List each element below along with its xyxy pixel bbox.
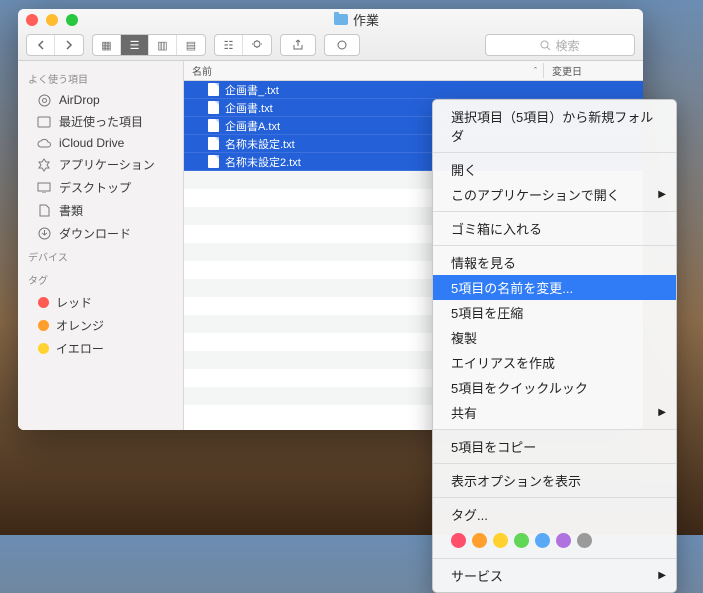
- sidebar-item-documents[interactable]: 書類: [18, 199, 183, 222]
- traffic-lights: [26, 14, 78, 26]
- sidebar-header-devices: デバイス: [18, 245, 183, 268]
- share-button[interactable]: [280, 34, 316, 56]
- desktop-icon: [36, 181, 52, 195]
- sidebar-header-tags: タグ: [18, 268, 183, 291]
- arrange-group: ☷: [214, 34, 272, 56]
- ctx-view-options[interactable]: 表示オプションを表示: [433, 468, 676, 493]
- tag-color-blue[interactable]: [535, 533, 550, 548]
- ctx-open[interactable]: 開く: [433, 157, 676, 182]
- icon-view-button[interactable]: ▦: [93, 35, 121, 55]
- cloud-icon: [36, 136, 52, 150]
- sidebar-item-downloads[interactable]: ダウンロード: [18, 222, 183, 245]
- file-icon: [208, 137, 219, 150]
- titlebar: 作業 ▦ ☰ ▥ ▤ ☷ 検索: [18, 9, 643, 61]
- nav-group: [26, 34, 84, 56]
- tag-color-purple[interactable]: [556, 533, 571, 548]
- column-name[interactable]: 名前ˆ: [184, 63, 543, 78]
- ctx-quicklook[interactable]: 5項目をクイックルック: [433, 375, 676, 400]
- ctx-copy[interactable]: 5項目をコピー: [433, 434, 676, 459]
- sidebar-item-desktop[interactable]: デスクトップ: [18, 176, 183, 199]
- sort-indicator: ˆ: [534, 66, 537, 76]
- recents-icon: [36, 115, 52, 129]
- tag-dot-yellow: [38, 343, 49, 354]
- sidebar-item-recents[interactable]: 最近使った項目: [18, 110, 183, 133]
- folder-icon: [334, 14, 348, 25]
- sidebar-item-airdrop[interactable]: AirDrop: [18, 90, 183, 110]
- documents-icon: [36, 204, 52, 218]
- search-placeholder: 検索: [555, 37, 579, 54]
- ctx-new-folder[interactable]: 選択項目（5項目）から新規フォルダ: [433, 104, 676, 148]
- downloads-icon: [36, 227, 52, 241]
- ctx-trash[interactable]: ゴミ箱に入れる: [433, 216, 676, 241]
- airdrop-icon: [36, 93, 52, 107]
- file-icon: [208, 155, 219, 168]
- view-group: ▦ ☰ ▥ ▤: [92, 34, 206, 56]
- tag-color-orange[interactable]: [472, 533, 487, 548]
- sidebar-tag-yellow[interactable]: イエロー: [18, 337, 183, 360]
- ctx-alias[interactable]: エイリアスを作成: [433, 350, 676, 375]
- sidebar-item-icloud[interactable]: iCloud Drive: [18, 133, 183, 153]
- ctx-rename[interactable]: 5項目の名前を変更...: [433, 275, 676, 300]
- chevron-right-icon: ▶: [658, 570, 666, 581]
- chevron-right-icon: ▶: [658, 407, 666, 418]
- close-button[interactable]: [26, 14, 38, 26]
- back-button[interactable]: [27, 35, 55, 55]
- action-button[interactable]: [243, 35, 271, 55]
- sidebar-item-applications[interactable]: アプリケーション: [18, 153, 183, 176]
- column-headers: 名前ˆ 変更日: [184, 61, 643, 81]
- toolbar: ▦ ☰ ▥ ▤ ☷ 検索: [18, 31, 643, 60]
- minimize-button[interactable]: [46, 14, 58, 26]
- ctx-services[interactable]: サービス▶: [433, 563, 676, 588]
- forward-button[interactable]: [55, 35, 83, 55]
- ctx-share[interactable]: 共有▶: [433, 400, 676, 425]
- search-field[interactable]: 検索: [485, 34, 635, 56]
- zoom-button[interactable]: [66, 14, 78, 26]
- file-icon: [208, 119, 219, 132]
- column-date[interactable]: 変更日: [543, 63, 643, 78]
- ctx-get-info[interactable]: 情報を見る: [433, 250, 676, 275]
- file-icon: [208, 83, 219, 96]
- file-icon: [208, 101, 219, 114]
- window-title: 作業: [353, 10, 379, 29]
- chevron-right-icon: ▶: [658, 189, 666, 200]
- ctx-tags[interactable]: タグ...: [433, 502, 676, 527]
- ctx-open-with[interactable]: このアプリケーションで開く▶: [433, 182, 676, 207]
- column-view-button[interactable]: ▥: [149, 35, 177, 55]
- tag-color-gray[interactable]: [577, 533, 592, 548]
- ctx-tag-row: [433, 527, 676, 554]
- sidebar: よく使う項目 AirDrop 最近使った項目 iCloud Drive アプリケ…: [18, 61, 184, 430]
- list-view-button[interactable]: ☰: [121, 35, 149, 55]
- file-row[interactable]: 企画書_.txt: [184, 81, 643, 99]
- sidebar-tag-orange[interactable]: オレンジ: [18, 314, 183, 337]
- sidebar-tag-red[interactable]: レッド: [18, 291, 183, 314]
- tag-dot-orange: [38, 320, 49, 331]
- search-icon: [540, 40, 551, 51]
- tag-color-red[interactable]: [451, 533, 466, 548]
- tag-color-green[interactable]: [514, 533, 529, 548]
- tag-dot-red: [38, 297, 49, 308]
- sidebar-header-favorites: よく使う項目: [18, 67, 183, 90]
- ctx-compress[interactable]: 5項目を圧縮: [433, 300, 676, 325]
- arrange-button[interactable]: ☷: [215, 35, 243, 55]
- gallery-view-button[interactable]: ▤: [177, 35, 205, 55]
- tags-button[interactable]: [324, 34, 360, 56]
- applications-icon: [36, 158, 52, 172]
- ctx-duplicate[interactable]: 複製: [433, 325, 676, 350]
- context-menu: 選択項目（5項目）から新規フォルダ 開く このアプリケーションで開く▶ ゴミ箱に…: [432, 99, 677, 593]
- tag-color-yellow[interactable]: [493, 533, 508, 548]
